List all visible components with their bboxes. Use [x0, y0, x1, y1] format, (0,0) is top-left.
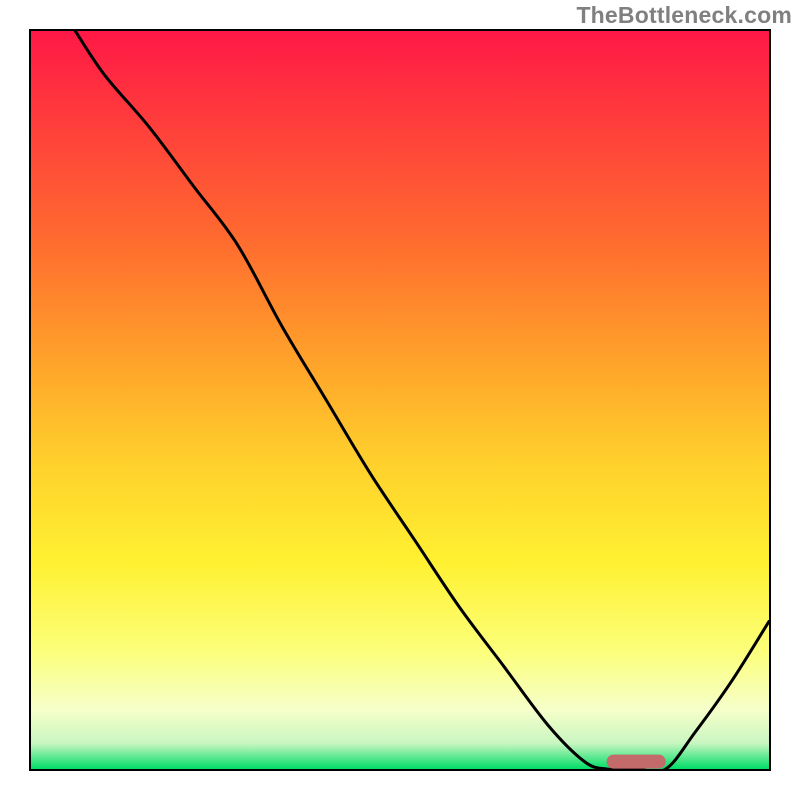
chart-container: TheBottleneck.com	[0, 0, 800, 800]
gradient-background	[31, 31, 769, 769]
watermark-text: TheBottleneck.com	[576, 2, 792, 29]
highlight-layer	[607, 755, 666, 769]
plot-svg	[31, 31, 769, 769]
plot-area	[29, 29, 771, 771]
optimal-range-marker	[607, 755, 666, 769]
